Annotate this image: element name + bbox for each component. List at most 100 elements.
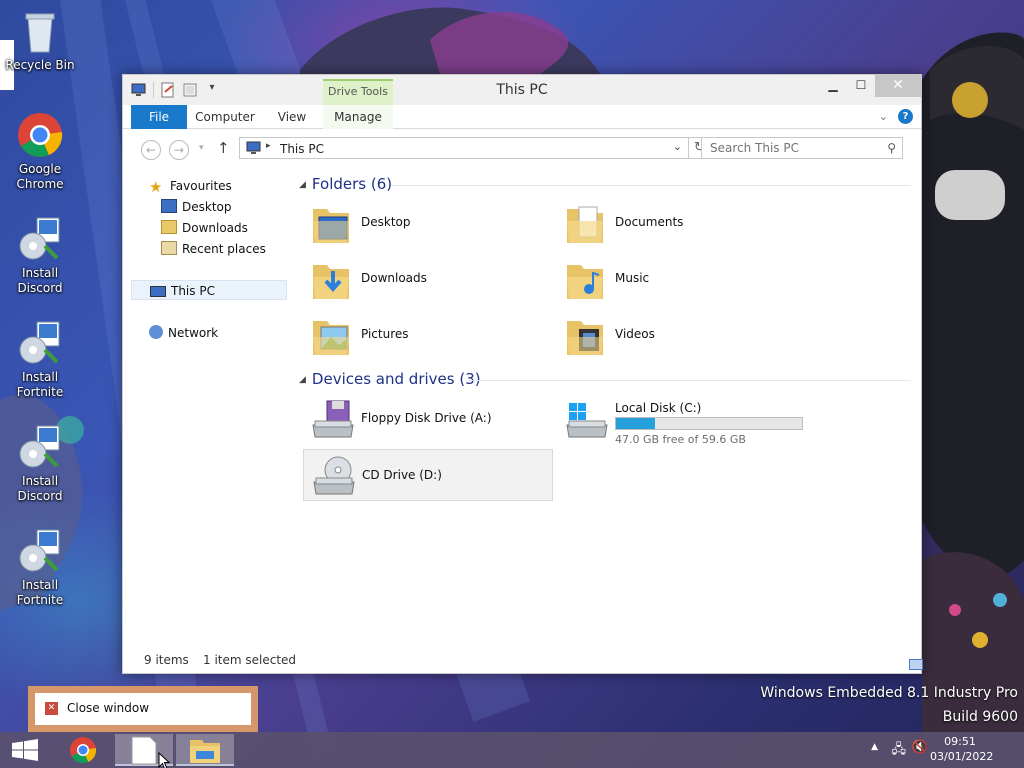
windows-logo-icon — [12, 739, 38, 761]
help-icon[interactable]: ? — [898, 109, 913, 124]
chrome-icon — [70, 737, 97, 764]
breadcrumb-separator-icon[interactable]: ▸ — [266, 141, 271, 151]
music-folder-icon — [565, 257, 605, 301]
group-header-devices[interactable]: ◢ Devices and drives (3) — [299, 370, 481, 392]
desktop-icon-label: Install Fortnite — [16, 370, 64, 399]
collapse-icon: ◢ — [299, 180, 306, 190]
explorer-window: ▾ Drive Tools This PC ▁ ☐ ✕ File Compute… — [122, 74, 923, 674]
collapse-icon: ◢ — [299, 375, 306, 385]
mouse-cursor-icon — [158, 752, 171, 768]
close-window-tooltip: ✕ Close window — [28, 686, 258, 732]
maximize-button[interactable]: ☐ — [847, 75, 875, 97]
tab-manage[interactable]: Manage — [323, 105, 393, 129]
desktop-icon-install-fortnite[interactable]: Install Fortnite — [0, 528, 80, 608]
close-icon: ✕ — [45, 702, 58, 715]
nav-favourites[interactable]: ★ Favourites — [149, 176, 232, 196]
search-box[interactable]: ⚲ — [701, 137, 903, 159]
installer-icon — [17, 424, 63, 470]
desktop-icon-label: Google Chrome — [16, 162, 64, 191]
taskbar-file-explorer[interactable] — [176, 734, 234, 766]
pictures-folder-icon — [311, 313, 351, 357]
group-header-folders[interactable]: ◢ Folders (6) — [299, 175, 392, 197]
minimize-button[interactable]: ▁ — [819, 75, 847, 97]
downloads-folder-icon — [161, 220, 177, 234]
show-hidden-icons-icon[interactable]: ▲ — [871, 742, 878, 752]
chrome-icon — [17, 112, 63, 158]
navigation-pane: ★ Favourites Desktop Downloads Recent pla… — [131, 171, 289, 641]
address-row: ← → ▾ ↑ ▸ This PC ⌄ ↻ ⚲ — [123, 133, 921, 163]
downloads-folder-icon — [311, 257, 351, 301]
installer-icon — [17, 216, 63, 262]
os-watermark-line2: Build 9600 — [942, 709, 1018, 725]
desktop-folder-icon — [311, 201, 351, 245]
recycle-bin-icon — [17, 8, 63, 54]
folder-desktop[interactable]: Desktop — [303, 197, 553, 249]
nav-network[interactable]: Network — [149, 323, 218, 343]
file-explorer-icon — [190, 740, 220, 763]
window-title: This PC — [496, 82, 548, 98]
large-icons-view-icon[interactable] — [909, 659, 923, 670]
desktop-icon-install-discord[interactable]: Install Discord — [0, 216, 80, 296]
back-button[interactable]: ← — [141, 140, 161, 160]
address-bar[interactable]: ▸ This PC ⌄ — [239, 137, 689, 159]
tab-view[interactable]: View — [269, 105, 315, 129]
folder-downloads[interactable]: Downloads — [303, 253, 553, 305]
computer-icon — [150, 286, 166, 297]
clock[interactable]: 09:51 03/01/2022 — [930, 734, 993, 764]
cd-drive-icon — [312, 454, 355, 498]
tab-computer[interactable]: Computer — [193, 105, 257, 129]
network-status-icon[interactable]: 🖧 — [892, 740, 907, 762]
desktop-icon-label: Install Discord — [17, 474, 63, 503]
nav-desktop[interactable]: Desktop — [161, 197, 232, 217]
tab-file[interactable]: File — [131, 105, 187, 129]
nav-downloads[interactable]: Downloads — [161, 218, 248, 238]
address-text: This PC — [280, 142, 324, 156]
address-dropdown-icon[interactable]: ⌄ — [673, 140, 682, 153]
local-disk-icon — [565, 397, 608, 441]
disk-usage-bar — [615, 417, 803, 430]
start-button[interactable] — [0, 734, 50, 766]
floppy-drive-icon — [311, 397, 354, 441]
folder-pictures[interactable]: Pictures — [303, 309, 553, 361]
folder-documents[interactable]: Documents — [557, 197, 807, 249]
content-pane: ◢ Folders (6) Desktop Documents Downloads… — [299, 171, 911, 641]
recent-places-icon — [161, 241, 177, 255]
title-bar[interactable]: ▾ Drive Tools This PC ▁ ☐ ✕ — [123, 75, 921, 105]
drive-cd-d[interactable]: CD Drive (D:) — [303, 449, 553, 501]
desktop-icon-install-discord[interactable]: Install Discord — [0, 424, 80, 504]
expand-ribbon-icon[interactable]: ⌄ — [879, 110, 888, 123]
drive-local-c[interactable]: Local Disk (C:) 47.0 GB free of 59.6 GB — [557, 393, 807, 446]
taskbar-chrome[interactable] — [54, 734, 112, 766]
recent-locations-icon[interactable]: ▾ — [199, 143, 204, 153]
disk-usage-fill — [616, 418, 656, 429]
desktop-icon-install-fortnite[interactable]: Install Fortnite — [0, 320, 80, 400]
videos-folder-icon — [565, 313, 605, 357]
os-watermark-line1: Windows Embedded 8.1 Industry Pro — [760, 685, 1018, 701]
installer-icon — [17, 320, 63, 366]
selection-count: 1 item selected — [203, 653, 297, 667]
close-button[interactable]: ✕ — [875, 75, 921, 97]
volume-muted-icon[interactable]: 🔇 — [912, 740, 928, 755]
taskbar: ▲ 🖧 🔇 09:51 03/01/2022 — [0, 732, 1024, 768]
status-bar: 9 items 1 item selected ☷ — [123, 649, 923, 673]
folder-music[interactable]: Music — [557, 253, 807, 305]
star-icon: ★ — [149, 178, 163, 196]
up-button[interactable]: ↑ — [217, 139, 230, 157]
nav-this-pc[interactable]: This PC — [131, 280, 287, 300]
network-icon — [149, 325, 163, 339]
nav-recent-places[interactable]: Recent places — [161, 239, 266, 259]
ribbon-tabs: File Computer View Manage ⌄ ? — [123, 105, 921, 129]
installer-icon — [17, 528, 63, 574]
desktop-icon-recycle-bin[interactable]: Recycle Bin — [0, 8, 80, 73]
documents-folder-icon — [565, 201, 605, 245]
search-icon: ⚲ — [887, 141, 896, 155]
forward-button[interactable]: → — [169, 140, 189, 160]
desktop-icon-label: Install Fortnite — [16, 578, 64, 607]
drive-floppy[interactable]: Floppy Disk Drive (A:) — [303, 393, 553, 445]
close-window-item[interactable]: ✕ Close window — [35, 693, 251, 725]
desktop-folder-icon — [161, 199, 177, 213]
search-input[interactable] — [710, 138, 880, 158]
desktop-icon-chrome[interactable]: Google Chrome — [0, 112, 80, 192]
desktop-icon-label: Recycle Bin — [5, 58, 75, 72]
folder-videos[interactable]: Videos — [557, 309, 807, 361]
